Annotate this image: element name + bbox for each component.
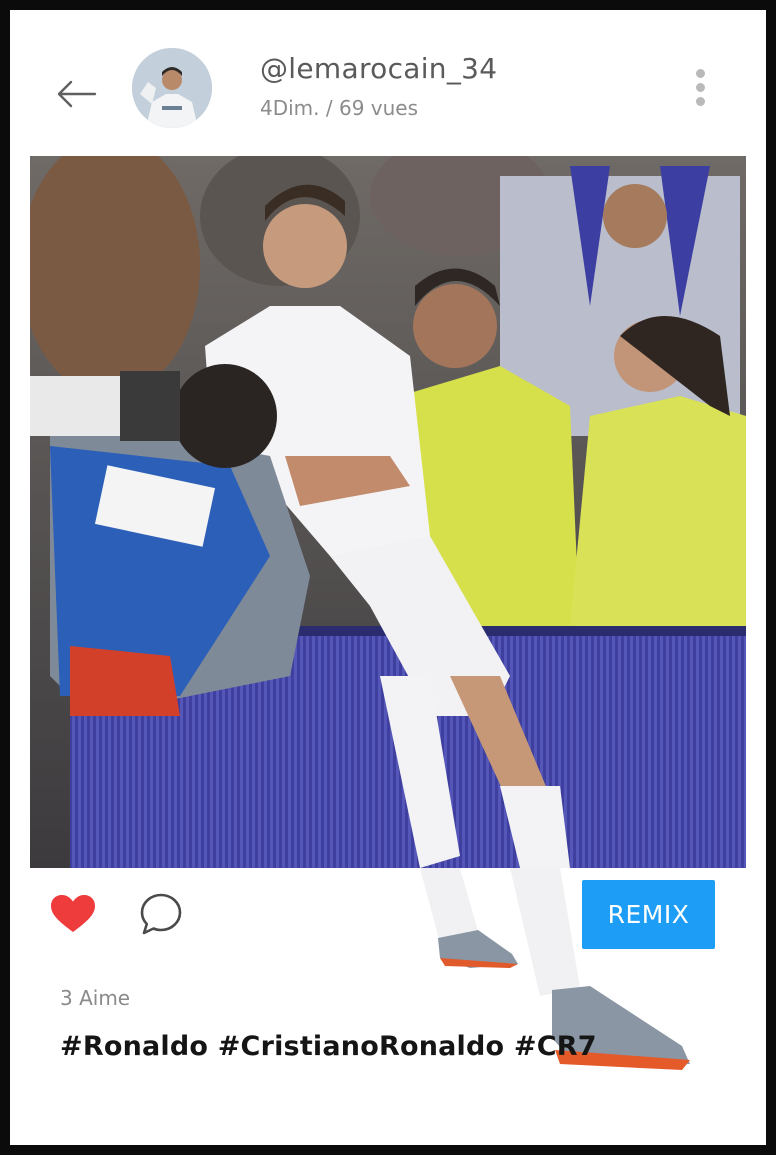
arrow-left-icon <box>57 80 97 108</box>
likes-count[interactable]: 3 Aime <box>60 986 130 1010</box>
post-card: @lemarocain_34 4Dim. / 69 vues REMIX 3 A… <box>10 10 766 1145</box>
post-caption: #Ronaldo #CristianoRonaldo #CR7 <box>60 1031 597 1062</box>
post-photo-illustration <box>30 156 746 868</box>
more-options-button[interactable] <box>686 62 714 112</box>
comment-button[interactable] <box>137 890 185 938</box>
remix-button[interactable]: REMIX <box>582 880 715 949</box>
more-vertical-icon <box>695 68 705 78</box>
back-button[interactable] <box>54 72 98 116</box>
post-meta: 4Dim. / 69 vues <box>260 96 419 120</box>
post-photo[interactable] <box>30 156 746 868</box>
avatar-player-image <box>132 48 212 128</box>
avatar[interactable] <box>132 48 212 128</box>
heart-icon <box>51 895 95 932</box>
username[interactable]: @lemarocain_34 <box>260 52 497 85</box>
like-button[interactable] <box>49 890 97 938</box>
comment-icon <box>140 893 182 935</box>
